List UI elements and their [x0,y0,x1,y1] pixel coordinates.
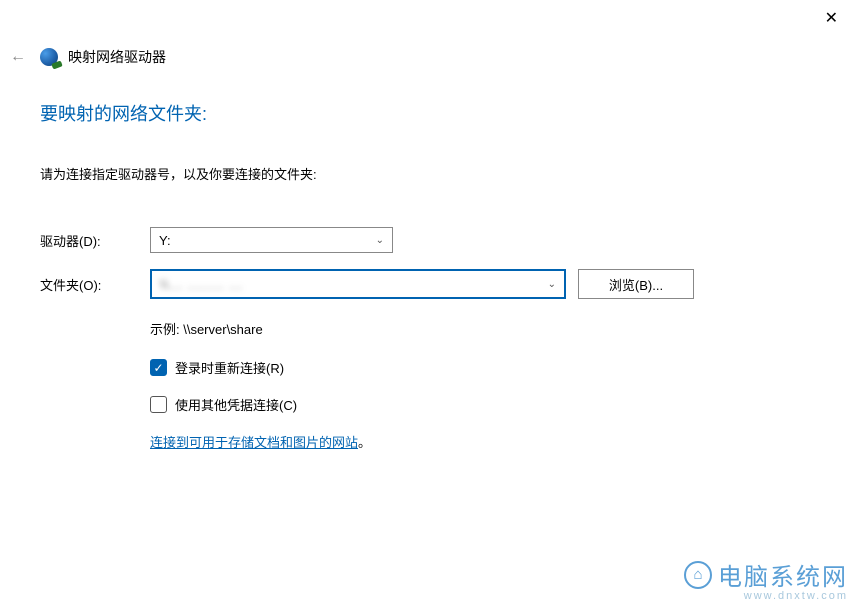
page-heading: 要映射的网络文件夹: [40,100,820,126]
watermark-logo-icon: ⌂ [684,561,712,589]
back-arrow-icon[interactable]: ← [6,44,30,70]
drive-label: 驱动器(D): [40,231,150,250]
folder-row: 文件夹(O): \\... ........ ... ⌄ 浏览(B)... [40,269,820,299]
reconnect-checkbox[interactable]: ✓ [150,359,167,376]
storage-link-row: 连接到可用于存储文档和图片的网站。 [150,432,820,451]
reconnect-label: 登录时重新连接(R) [175,358,284,377]
chevron-down-icon: ⌄ [376,235,384,246]
drive-row: 驱动器(D): Y: ⌄ [40,227,820,253]
example-text: 示例: \\server\share [150,319,820,338]
folder-value: \\... ........ ... [160,277,243,292]
browse-button[interactable]: 浏览(B)... [578,269,694,299]
drive-icon [40,48,58,66]
drive-select[interactable]: Y: ⌄ [150,227,393,253]
watermark: ⌂ 电脑系统网 www.dnxtw.com [684,557,848,602]
watermark-text: 电脑系统网 [718,557,848,592]
chevron-down-icon: ⌄ [548,279,556,290]
content-area: 要映射的网络文件夹: 请为连接指定驱动器号，以及你要连接的文件夹: 驱动器(D)… [40,100,820,451]
reconnect-checkbox-row: ✓ 登录时重新连接(R) [150,358,820,377]
drive-value: Y: [159,233,171,248]
credentials-label: 使用其他凭据连接(C) [175,395,297,414]
description-text: 请为连接指定驱动器号，以及你要连接的文件夹: [40,164,820,183]
watermark-url: www.dnxtw.com [684,590,848,602]
header: ← 映射网络驱动器 [6,44,166,70]
folder-input[interactable]: \\... ........ ... ⌄ [150,269,566,299]
folder-label: 文件夹(O): [40,275,150,294]
link-period: 。 [358,435,371,450]
window-title: 映射网络驱动器 [68,47,166,67]
storage-link[interactable]: 连接到可用于存储文档和图片的网站 [150,435,358,450]
credentials-checkbox[interactable] [150,396,167,413]
close-button[interactable]: ✕ [817,6,846,30]
credentials-checkbox-row: 使用其他凭据连接(C) [150,395,820,414]
